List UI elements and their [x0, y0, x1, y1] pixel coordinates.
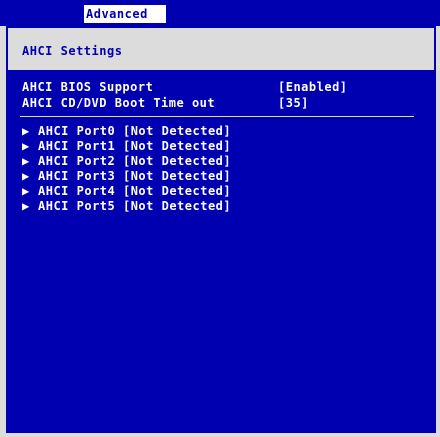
port-status: [Not Detected]: [122, 199, 232, 213]
setting-cd-dvd-boot-timeout-value[interactable]: [35]: [278, 96, 309, 110]
triangle-right-icon: ▶: [22, 184, 30, 198]
submenu-ahci-port3[interactable]: ▶ AHCI Port3 [Not Detected]: [22, 169, 231, 183]
triangle-right-icon: ▶: [22, 169, 30, 183]
port-label: AHCI Port0: [38, 124, 116, 138]
screen-header: AHCI Settings: [8, 28, 434, 72]
triangle-right-icon: ▶: [22, 154, 30, 168]
submenu-ahci-port4[interactable]: ▶ AHCI Port4 [Not Detected]: [22, 184, 231, 198]
port-label: AHCI Port1: [38, 139, 116, 153]
settings-frame: AHCI Settings AHCI BIOS Support [Enabled…: [6, 26, 436, 433]
setting-ahci-bios-support-value[interactable]: [Enabled]: [278, 80, 348, 94]
submenu-ahci-port1[interactable]: ▶ AHCI Port1 [Not Detected]: [22, 139, 231, 153]
port-status: [Not Detected]: [122, 139, 232, 153]
port-label: AHCI Port3: [38, 169, 116, 183]
port-label: AHCI Port4: [38, 184, 116, 198]
setting-ahci-bios-support[interactable]: AHCI BIOS Support: [22, 80, 153, 94]
triangle-right-icon: ▶: [22, 139, 30, 153]
menu-bar: Advanced: [0, 0, 440, 26]
triangle-right-icon: ▶: [22, 124, 30, 138]
port-status: [Not Detected]: [122, 124, 232, 138]
setting-cd-dvd-boot-timeout[interactable]: AHCI CD/DVD Boot Time out: [22, 96, 215, 110]
submenu-ahci-port2[interactable]: ▶ AHCI Port2 [Not Detected]: [22, 154, 231, 168]
page-title: AHCI Settings: [22, 44, 123, 58]
port-status: [Not Detected]: [122, 184, 232, 198]
submenu-ahci-port5[interactable]: ▶ AHCI Port5 [Not Detected]: [22, 199, 231, 213]
port-label: AHCI Port5: [38, 199, 116, 213]
port-label: AHCI Port2: [38, 154, 116, 168]
submenu-ahci-port0[interactable]: ▶ AHCI Port0 [Not Detected]: [22, 124, 231, 138]
section-divider: [20, 116, 414, 117]
triangle-right-icon: ▶: [22, 199, 30, 213]
settings-panel: AHCI BIOS Support [Enabled] AHCI CD/DVD …: [8, 72, 434, 431]
tab-advanced[interactable]: Advanced: [84, 5, 166, 23]
port-status: [Not Detected]: [122, 154, 232, 168]
port-status: [Not Detected]: [122, 169, 232, 183]
